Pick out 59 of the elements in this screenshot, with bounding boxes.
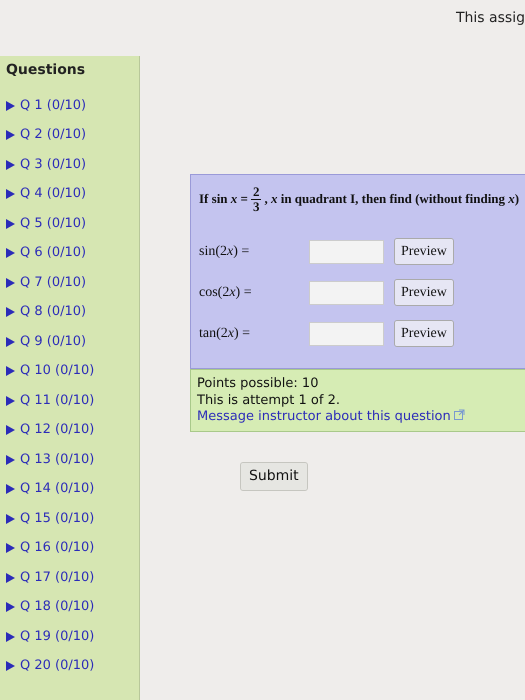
triangle-icon[interactable] bbox=[6, 100, 15, 111]
triangle-icon[interactable] bbox=[6, 572, 15, 583]
question-link[interactable]: Q 10 (0/10) bbox=[20, 361, 94, 381]
question-text: If sin x = bbox=[199, 190, 248, 208]
triangle-icon[interactable] bbox=[6, 366, 15, 376]
triangle-icon[interactable] bbox=[6, 484, 15, 494]
external-link-icon bbox=[454, 408, 465, 420]
question-link[interactable]: Q 2 (0/10) bbox=[20, 125, 86, 145]
question-link[interactable]: Q 8 (0/10) bbox=[20, 302, 86, 322]
answer-label: cos(2x) = bbox=[199, 284, 253, 302]
question-link[interactable]: Q 20 (0/10) bbox=[20, 656, 94, 676]
triangle-icon[interactable] bbox=[6, 130, 15, 140]
preview-button[interactable]: Preview bbox=[394, 238, 454, 266]
triangle-icon[interactable] bbox=[6, 189, 15, 200]
triangle-icon[interactable] bbox=[6, 307, 15, 318]
question-link[interactable]: Q 5 (0/10) bbox=[20, 214, 86, 234]
question-link[interactable]: Q 19 (0/10) bbox=[20, 626, 94, 646]
triangle-icon[interactable] bbox=[6, 160, 15, 170]
answer-field[interactable] bbox=[309, 280, 384, 305]
triangle-icon[interactable] bbox=[6, 514, 15, 524]
triangle-icon[interactable] bbox=[6, 336, 15, 347]
question-link[interactable]: Q 14 (0/10) bbox=[20, 479, 94, 499]
fraction: 2 3 bbox=[250, 185, 262, 214]
sidebar-title: Questions bbox=[6, 62, 86, 79]
triangle-icon[interactable] bbox=[6, 543, 15, 554]
info-text: Points possible: 10 bbox=[197, 376, 320, 393]
triangle-icon[interactable] bbox=[6, 248, 15, 258]
question-link[interactable]: Q 15 (0/10) bbox=[20, 508, 94, 528]
answer-field[interactable] bbox=[309, 322, 384, 346]
question-link[interactable]: Q 3 (0/10) bbox=[20, 154, 86, 174]
question-link[interactable]: Q 16 (0/10) bbox=[20, 538, 94, 558]
triangle-icon[interactable] bbox=[6, 661, 15, 672]
question-link[interactable]: Q 6 (0/10) bbox=[20, 243, 86, 263]
triangle-icon[interactable] bbox=[6, 425, 15, 436]
question-link[interactable]: Q 1 (0/10) bbox=[20, 96, 86, 116]
message-instructor-link[interactable]: Message instructor about this question bbox=[197, 408, 465, 424]
triangle-icon[interactable] bbox=[6, 278, 15, 288]
triangle-icon[interactable] bbox=[6, 632, 15, 642]
question-link[interactable]: Q 17 (0/10) bbox=[20, 568, 94, 588]
triangle-icon[interactable] bbox=[6, 218, 15, 229]
question-link[interactable]: Q 9 (0/10) bbox=[20, 332, 86, 352]
question-link[interactable]: Q 12 (0/10) bbox=[20, 420, 94, 440]
question-text: , x in quadrant I, then find (without finding x) bbox=[264, 190, 520, 208]
question-link[interactable]: Q 4 (0/10) bbox=[20, 184, 86, 204]
preview-button[interactable]: Preview bbox=[394, 320, 454, 348]
preview-button[interactable]: Preview bbox=[394, 279, 454, 306]
page-title: This assig bbox=[456, 9, 525, 28]
triangle-icon[interactable] bbox=[6, 396, 15, 406]
question-link[interactable]: Q 7 (0/10) bbox=[20, 272, 86, 292]
answer-label: sin(2x) = bbox=[199, 243, 250, 262]
answer-label: tan(2x) = bbox=[199, 325, 252, 344]
question-link[interactable]: Q 18 (0/10) bbox=[20, 597, 94, 617]
question-link[interactable]: Q 11 (0/10) bbox=[20, 390, 94, 410]
answer-field[interactable] bbox=[309, 240, 384, 264]
submit-button[interactable]: Submit bbox=[240, 462, 308, 492]
question-link[interactable]: Q 13 (0/10) bbox=[20, 450, 94, 470]
triangle-icon[interactable] bbox=[6, 454, 15, 465]
info-text: This is attempt 1 of 2. bbox=[197, 392, 341, 409]
triangle-icon[interactable] bbox=[6, 602, 15, 612]
